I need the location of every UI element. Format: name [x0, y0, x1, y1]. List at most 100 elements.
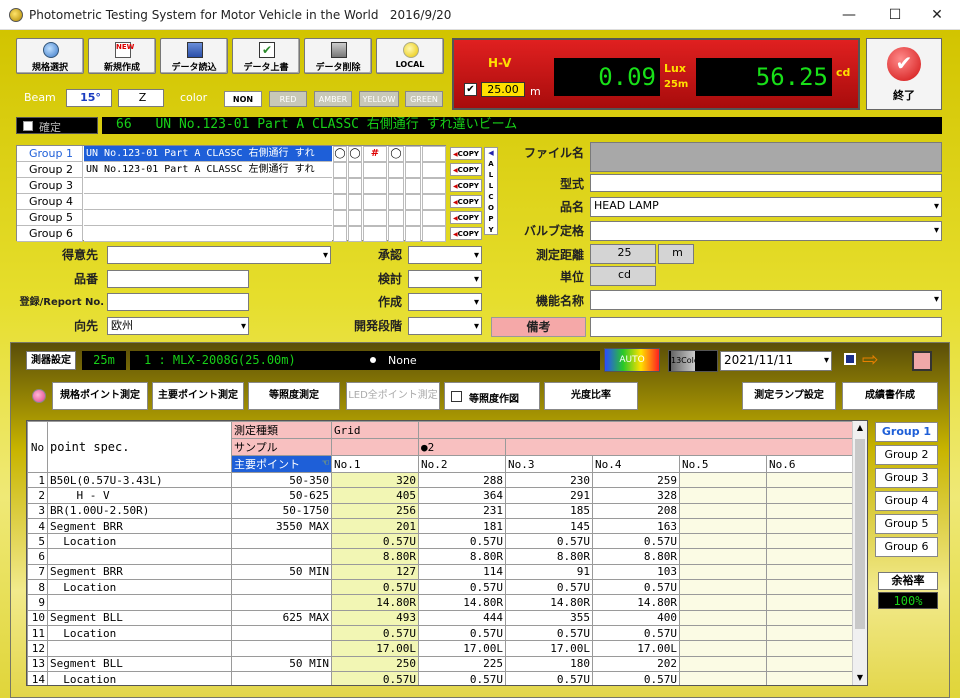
square-icon[interactable] [912, 351, 932, 371]
value-cell[interactable]: 14.80R [418, 594, 506, 611]
scroll-down-icon[interactable]: ▼ [853, 671, 867, 685]
color-red-button[interactable]: RED [269, 91, 307, 107]
value-cell[interactable]: 0.57U [592, 579, 680, 596]
value-cell[interactable]: 181 [418, 517, 506, 535]
value-cell[interactable]: 17.00L [418, 640, 506, 657]
value-cell[interactable]: 208 [592, 502, 680, 519]
value-cell[interactable] [766, 594, 854, 611]
value-cell[interactable]: 250 [331, 655, 419, 672]
value-cell[interactable]: 0.57U [592, 624, 680, 642]
value-cell[interactable]: 0.57U [418, 624, 506, 642]
value-cell[interactable] [766, 609, 854, 626]
group-mark-5[interactable] [405, 226, 421, 242]
group-mark-1[interactable] [333, 162, 347, 178]
value-cell[interactable]: 8.80R [331, 548, 419, 565]
function-name-select[interactable] [590, 290, 942, 310]
group-row-label[interactable]: Group 6 [17, 226, 83, 242]
group-tab-3[interactable]: Group 3 [875, 468, 938, 488]
overwrite-data-button[interactable]: ✔ データ上書 [232, 38, 300, 74]
value-cell[interactable] [679, 471, 767, 489]
value-cell[interactable]: 444 [418, 609, 506, 626]
report-create-button[interactable]: 成績書作成 [842, 382, 938, 410]
value-cell[interactable]: 202 [592, 655, 680, 672]
file-name-field[interactable] [590, 142, 942, 172]
exit-button[interactable]: ✔ 終了 [866, 38, 942, 110]
value-cell[interactable] [679, 640, 767, 657]
value-cell[interactable] [766, 548, 854, 565]
value-cell[interactable] [766, 471, 854, 489]
value-cell[interactable]: 91 [505, 563, 593, 581]
value-cell[interactable]: 400 [592, 609, 680, 626]
group-mark-3[interactable] [363, 210, 387, 226]
group-row-text[interactable] [84, 194, 332, 210]
value-cell[interactable]: 14.80R [331, 594, 419, 611]
note-button[interactable]: 備考 [491, 317, 586, 337]
value-cell[interactable]: 328 [592, 487, 680, 504]
color-yellow-button[interactable]: YELLOW [359, 91, 399, 107]
group-tab-2[interactable]: Group 2 [875, 445, 938, 465]
new-button[interactable]: NEW 新規作成 [88, 38, 156, 74]
main-point-header[interactable]: 主要ポイント ☜ [231, 455, 332, 473]
value-cell[interactable] [766, 563, 854, 581]
dev-stage-select[interactable] [408, 317, 482, 335]
value-cell[interactable]: 0.57U [505, 579, 593, 596]
group-tab-6[interactable]: Group 6 [875, 537, 938, 557]
value-cell[interactable]: 0.57U [418, 533, 506, 550]
group-mark-1[interactable]: ◯ [333, 146, 347, 162]
group-tab-1[interactable]: Group 1 [875, 422, 938, 442]
value-cell[interactable]: 17.00L [592, 640, 680, 657]
value-cell[interactable]: 0.57U [505, 624, 593, 642]
group-mark-3[interactable] [363, 178, 387, 194]
group-mark-1[interactable] [333, 178, 347, 194]
group-mark-5[interactable] [405, 178, 421, 194]
group-mark-6[interactable] [422, 194, 446, 210]
creator-select[interactable] [408, 293, 482, 311]
value-cell[interactable]: 231 [418, 502, 506, 519]
group-mark-6[interactable] [422, 146, 446, 162]
isolux-plot-toggle[interactable]: 等照度作図 [444, 382, 540, 410]
group-mark-3[interactable] [363, 226, 387, 242]
value-cell[interactable] [679, 533, 767, 550]
group-mark-4[interactable] [388, 226, 404, 242]
close-button[interactable]: ✕ [914, 0, 960, 30]
group-mark-2[interactable] [348, 194, 362, 210]
group-mark-5[interactable] [405, 146, 421, 162]
all-copy-button[interactable]: ◀ A L L C O P Y [484, 147, 498, 235]
value-cell[interactable]: 364 [418, 487, 506, 504]
model-field[interactable] [590, 174, 942, 192]
value-cell[interactable] [679, 655, 767, 672]
copy-button[interactable]: COPY [450, 147, 482, 160]
value-cell[interactable]: 185 [505, 502, 593, 519]
group-row-label[interactable]: Group 1 [17, 146, 83, 162]
group-tab-4[interactable]: Group 4 [875, 491, 938, 511]
value-cell[interactable] [766, 579, 854, 596]
small-square-icon[interactable] [844, 353, 856, 365]
lamp-settings-button[interactable]: 測定ランプ設定 [742, 382, 836, 410]
group-row-text[interactable] [84, 226, 332, 242]
meter-settings-button[interactable]: 測器設定 [26, 351, 76, 370]
group-mark-2[interactable]: ◯ [348, 146, 362, 162]
group-mark-1[interactable] [333, 226, 347, 242]
led-all-point-button[interactable]: LED全ポイント測定 [346, 382, 440, 410]
value-cell[interactable] [679, 579, 767, 596]
value-cell[interactable]: 320 [331, 471, 419, 489]
group-mark-6[interactable] [422, 162, 446, 178]
value-cell[interactable]: 0.57U [331, 533, 419, 550]
value-cell[interactable] [679, 487, 767, 504]
group-row-text[interactable] [84, 178, 332, 194]
spec-select-button[interactable]: 規格選択 [16, 38, 84, 74]
group-mark-6[interactable] [422, 226, 446, 242]
value-cell[interactable] [766, 502, 854, 519]
copy-button[interactable]: COPY [450, 179, 482, 192]
value-cell[interactable]: 8.80R [592, 548, 680, 565]
value-cell[interactable]: 0.57U [592, 533, 680, 550]
value-cell[interactable]: 405 [331, 487, 419, 504]
group-mark-4[interactable] [388, 210, 404, 226]
group-row-text[interactable] [84, 210, 332, 226]
group-mark-3[interactable] [363, 162, 387, 178]
value-cell[interactable] [679, 563, 767, 581]
copy-button[interactable]: COPY [450, 163, 482, 176]
value-cell[interactable]: 17.00L [505, 640, 593, 657]
group-mark-2[interactable] [348, 178, 362, 194]
value-cell[interactable] [679, 670, 767, 685]
